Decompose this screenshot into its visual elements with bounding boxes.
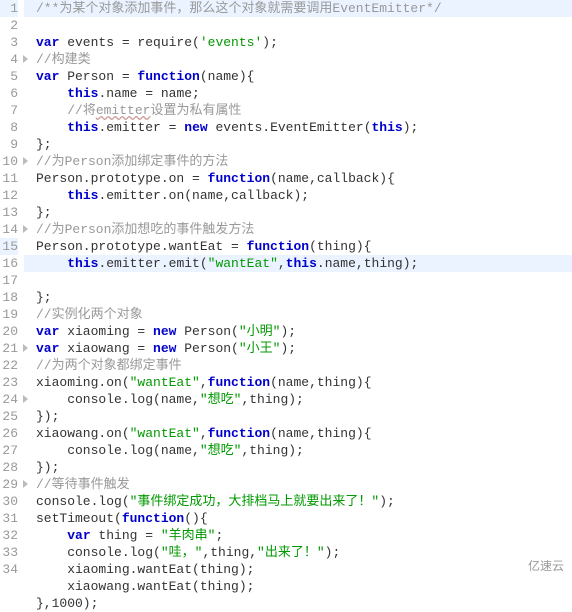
code-line[interactable]: var thing = "羊肉串"; [36, 528, 223, 543]
line-number: 23 [0, 374, 18, 391]
line-number: 1 [0, 0, 18, 17]
code-line[interactable]: }); [36, 460, 59, 475]
line-number: 17 [0, 272, 18, 289]
line-number: 5 [0, 68, 18, 85]
code-line[interactable]: var Person = function(name){ [36, 69, 254, 84]
code-line[interactable]: //为Person添加绑定事件的方法 [36, 154, 228, 169]
line-number: 15 [0, 238, 18, 255]
line-number: 18 [0, 289, 18, 306]
code-line[interactable]: Person.prototype.on = function(name,call… [36, 171, 395, 186]
code-line[interactable]: console.log(name,"想吃",thing); [36, 443, 304, 458]
line-number: 10 [0, 153, 18, 170]
code-line[interactable]: this.emitter.on(name,callback); [36, 188, 309, 203]
line-number: 4 [0, 51, 18, 68]
watermark: 亿速云 [528, 558, 564, 575]
line-number: 22 [0, 357, 18, 374]
code-line[interactable]: //实例化两个对象 [36, 307, 143, 322]
line-number: 30 [0, 493, 18, 510]
code-line[interactable]: //将emitter设置为私有属性 [36, 103, 241, 118]
line-number: 29 [0, 476, 18, 493]
code-line[interactable]: //为两个对象都绑定事件 [36, 358, 182, 373]
code-line[interactable]: var xiaowang = new Person("小王"); [36, 341, 296, 356]
line-number: 2 [0, 17, 18, 34]
code-line[interactable]: Person.prototype.wantEat = function(thin… [36, 239, 371, 254]
code-line[interactable]: this.name = name; [36, 86, 200, 101]
line-number-gutter: 1234567891011121314151617181920212223242… [0, 0, 24, 612]
line-number: 27 [0, 442, 18, 459]
line-number: 7 [0, 102, 18, 119]
code-line[interactable]: }); [36, 409, 59, 424]
line-number: 3 [0, 34, 18, 51]
code-line[interactable]: //为Person添加想吃的事件触发方法 [36, 222, 254, 237]
code-line[interactable]: this.emitter.emit("wantEat",this.name,th… [24, 255, 572, 272]
line-number: 13 [0, 204, 18, 221]
code-line[interactable]: }; [36, 205, 52, 220]
line-number: 16 [0, 255, 18, 272]
code-line[interactable]: //等待事件触发 [36, 477, 130, 492]
line-number: 28 [0, 459, 18, 476]
code-line[interactable]: /**为某个对象添加事件，那么这个对象就需要调用EventEmitter*/ [24, 0, 572, 17]
code-line[interactable]: this.emitter = new events.EventEmitter(t… [36, 120, 418, 135]
line-number: 26 [0, 425, 18, 442]
code-line[interactable]: setTimeout(function(){ [36, 511, 208, 526]
code-line[interactable]: //构建类 [36, 52, 91, 67]
line-number: 11 [0, 170, 18, 187]
code-line[interactable]: xiaowang.on("wantEat",function(name,thin… [36, 426, 372, 441]
code-line[interactable]: console.log(name,"想吃",thing); [36, 392, 304, 407]
code-line[interactable]: var events = require('events'); [36, 35, 278, 50]
code-line[interactable]: },1000); [36, 596, 98, 611]
line-number: 21 [0, 340, 18, 357]
line-number: 34 [0, 561, 18, 578]
line-number: 14 [0, 221, 18, 238]
code-editor: 1234567891011121314151617181920212223242… [0, 0, 572, 612]
line-number: 8 [0, 119, 18, 136]
code-line[interactable]: }; [36, 137, 52, 152]
code-line[interactable]: var xiaoming = new Person("小明"); [36, 324, 296, 339]
code-line[interactable]: console.log("事件绑定成功，大排档马上就要出来了！"); [36, 494, 395, 509]
line-number: 24 [0, 391, 18, 408]
code-line[interactable]: console.log("哇，",thing,"出来了！"); [36, 545, 340, 560]
line-number: 9 [0, 136, 18, 153]
line-number: 25 [0, 408, 18, 425]
line-number: 33 [0, 544, 18, 561]
line-number: 20 [0, 323, 18, 340]
code-line[interactable]: xiaowang.wantEat(thing); [36, 579, 254, 594]
code-line[interactable]: }; [36, 290, 52, 305]
code-area[interactable]: /**为某个对象添加事件，那么这个对象就需要调用EventEmitter*/ v… [24, 0, 572, 612]
line-number: 6 [0, 85, 18, 102]
code-line[interactable]: xiaoming.on("wantEat",function(name,thin… [36, 375, 372, 390]
line-number: 32 [0, 527, 18, 544]
line-number: 19 [0, 306, 18, 323]
line-number: 31 [0, 510, 18, 527]
code-line[interactable]: xiaoming.wantEat(thing); [36, 562, 254, 577]
line-number: 12 [0, 187, 18, 204]
